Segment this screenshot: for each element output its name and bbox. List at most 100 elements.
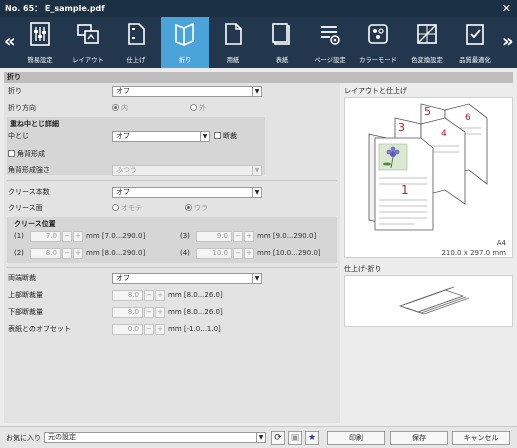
stepper-value[interactable]: 8.0 [112,290,143,301]
crease-count-label: クリース本数 [8,188,50,196]
square-spine-strength-label: 角背形成強さ [8,166,50,174]
radio-dot [112,104,119,111]
fold-direction-in-radio[interactable]: 内 [112,103,128,113]
scroll-right-icon[interactable]: » [502,31,514,52]
stepper-value[interactable]: 10.0 [196,248,232,259]
saddle-stitch-label: 中とじ [8,132,29,140]
range-hint: mm [9.0...290.0] [257,232,317,240]
crease-position-1-stepper[interactable]: 7.0 − + mm [7.0...290.0] [30,231,160,242]
stepper-value[interactable]: 8.0 [30,248,61,259]
stepper-value[interactable]: 0.0 [112,324,143,335]
stepper-value[interactable]: 8.0 [112,307,143,318]
tab-cover[interactable]: 表紙 [258,17,306,68]
close-icon[interactable]: ✕ [502,0,511,17]
window-title: No. 65： E_sample.pdf [5,4,105,13]
tab-color-mode[interactable]: カラーモード [354,17,402,68]
page-number-3: 3 [398,121,405,134]
booklet-preview-illustration: 5 6 3 4 1 [368,103,488,231]
top-trim-stepper[interactable]: 8.0 − + mm [8.0...26.0] [112,290,232,301]
favorite-star-icon[interactable]: ★ [305,431,319,445]
square-spine-label: 角背形成 [17,150,45,158]
checkbox-box [8,150,15,157]
footer-bar: お気に入り 元の設定 ▼ ⟳ ▣ ★ 印刷 保存 キャンセル [0,426,517,448]
increment-button[interactable]: + [73,231,83,242]
tab-paper[interactable]: 用紙 [209,17,257,68]
page-settings-icon [321,26,340,45]
square-spine-strength-select[interactable]: ふつう ▼ [112,165,262,176]
radio-label: オモテ [121,204,142,212]
range-hint: mm [8.0...26.0] [168,308,223,316]
layout-preview: 5 6 3 4 1 A4 210.0 x 297.0 mm [344,97,513,258]
crease-count-select[interactable]: オフ ▼ [112,187,262,198]
increment-button[interactable]: + [155,324,165,335]
fold-select[interactable]: オフ ▼ [112,86,262,97]
stepper-value[interactable]: 7.0 [30,231,61,242]
crease-position-3-stepper[interactable]: 9.0 − + mm [9.0...290.0] [196,231,331,242]
settings-panel: 折り オフ ▼ 折り方向 内 外 重ね中とじ詳細 中とじ オフ ▼ 断裁 角背形… [4,83,340,423]
cover-offset-label: 表紙とのオフセット [8,325,71,333]
chevron-down-icon: ▼ [252,166,261,175]
favorites-select[interactable]: 元の設定 ▼ [44,432,266,443]
tab-finishing[interactable]: 仕上げ [112,17,160,68]
crease-side-front-radio[interactable]: オモテ [112,203,142,213]
fold-direction-out-radio[interactable]: 外 [190,103,206,113]
bottom-trim-stepper[interactable]: 8.0 − + mm [8.0...26.0] [112,307,232,318]
crease-position-1-label: (1) [14,232,24,240]
save-button[interactable]: 保存 [390,431,448,445]
increment-button[interactable]: + [244,231,254,242]
increment-button[interactable]: + [73,248,83,259]
page-number-6: 6 [465,113,471,123]
chevron-down-icon: ▼ [200,132,209,141]
stepper-value[interactable]: 9.0 [196,231,232,242]
range-hint: mm [7.0...290.0] [86,232,146,240]
tab-fold[interactable]: 折り [161,17,209,68]
decrement-button[interactable]: − [62,231,72,242]
save-preset-icon[interactable]: ▣ [288,431,302,445]
crease-position-4-stepper[interactable]: 10.0 − + mm [10.0...290.0] [196,248,336,259]
scroll-left-icon[interactable]: « [4,31,16,52]
decrement-button[interactable]: − [233,231,243,242]
crease-position-2-stepper[interactable]: 8.0 − + mm [8.0...290.0] [30,248,160,259]
crease-side-back-radio[interactable]: ウラ [185,203,208,213]
decrement-button[interactable]: − [144,307,154,318]
tab-layout[interactable]: レイアウト [64,17,112,68]
crease-position-3-label: (3) [180,232,190,240]
range-hint: mm [10.0...290.0] [257,249,321,257]
decrement-button[interactable]: − [144,324,154,335]
increment-button[interactable]: + [155,307,165,318]
saddle-stitch-title: 重ね中とじ詳細 [10,120,59,128]
tab-color-conversion[interactable]: 色変換設定 [403,17,451,68]
both-edge-trim-label: 両端断裁 [8,274,36,282]
refresh-icon[interactable]: ⟳ [271,431,285,445]
tab-label: 用紙 [226,57,240,64]
fold-direction-label: 折り方向 [8,104,36,112]
decrement-button[interactable]: − [144,290,154,301]
decrement-button[interactable]: − [233,248,243,259]
tab-label: 表紙 [275,57,289,64]
tab-quality[interactable]: 品質最適化 [451,17,499,68]
increment-button[interactable]: + [244,248,254,259]
cover-offset-stepper[interactable]: 0.0 − + mm [-1.0...1.0] [112,324,232,335]
tab-page-settings[interactable]: ページ設定 [306,17,354,68]
print-button[interactable]: 印刷 [327,431,385,445]
both-edge-trim-select[interactable]: オフ ▼ [112,273,262,284]
chevron-down-icon: ▼ [252,87,261,96]
trim-checkbox[interactable]: 断裁 [214,131,237,141]
range-hint: mm [8.0...290.0] [86,249,146,257]
paper-dimensions-label: 210.0 x 297.0 mm [441,249,506,257]
tab-label: カラーモード [359,57,397,64]
divider [7,267,337,268]
tab-label: レイアウト [72,57,104,64]
simple-settings-icon [30,22,50,46]
increment-button[interactable]: + [155,290,165,301]
radio-dot [112,204,119,211]
cancel-button[interactable]: キャンセル [452,431,510,445]
saddle-stitch-select[interactable]: オフ ▼ [112,131,210,142]
paper-size-label: A4 [496,239,506,247]
checkbox-box [214,132,221,139]
crease-side-label: クリース面 [8,204,43,212]
square-spine-checkbox[interactable]: 角背形成 [8,149,45,159]
decrement-button[interactable]: − [62,248,72,259]
section-title: 折り [4,72,513,83]
tab-simple-settings[interactable]: 簡易設定 [16,17,64,68]
